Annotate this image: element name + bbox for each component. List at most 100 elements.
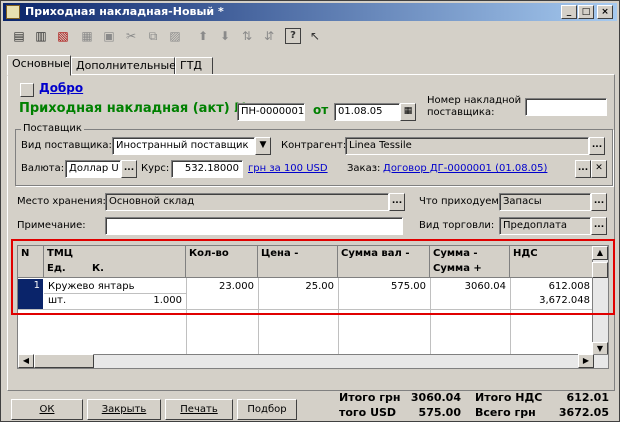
receive-type-label: Что приходуем:: [419, 196, 503, 207]
scroll-left-icon[interactable]: ◀: [18, 354, 34, 368]
vertical-scrollbar[interactable]: ▲ ▼: [592, 246, 608, 356]
cell-sum-val[interactable]: 575.00: [340, 280, 426, 294]
trade-type-field[interactable]: Предоплата: [499, 217, 591, 235]
row-subdivider: [44, 293, 186, 294]
rate-field[interactable]: 532.18000: [171, 160, 243, 178]
copy-doc-icon[interactable]: ▥: [33, 28, 49, 44]
scroll-up-icon[interactable]: ▲: [592, 246, 608, 260]
col-divider: [430, 278, 431, 356]
dobro-link[interactable]: Добро: [39, 81, 83, 95]
total-grn-label: Итого грн: [339, 391, 401, 404]
scroll-right-icon[interactable]: ▶: [578, 354, 594, 368]
col-divider: [258, 278, 259, 356]
doc-number-field[interactable]: ПН-0000001: [237, 103, 305, 121]
sort-asc-icon[interactable]: ⇅: [239, 28, 255, 44]
order-link[interactable]: Договор ДГ-0000001 (01.08.05): [383, 163, 547, 174]
calendar-icon[interactable]: ▦: [400, 103, 416, 121]
counterparty-select-button[interactable]: ...: [589, 137, 605, 155]
select-button[interactable]: Подбор: [237, 399, 297, 420]
dobro-checkbox[interactable]: [20, 83, 34, 97]
total-grn-value: 3060.04: [410, 391, 461, 404]
cell-sum[interactable]: 3060.04: [432, 280, 506, 294]
sort-desc-icon[interactable]: ⇵: [261, 28, 277, 44]
cell-coefficient[interactable]: 1.000: [118, 294, 182, 308]
tab-osnovnye[interactable]: Основные: [7, 55, 71, 76]
col-header-n[interactable]: N: [18, 246, 44, 278]
print-button[interactable]: Печать: [165, 399, 233, 420]
toolbar: ▤ ▥ ▧ ▦ ▣ ✂ ⧉ ▨ ⬆ ⬇ ⇅ ⇵ ? ↖: [3, 23, 617, 49]
chevron-down-icon[interactable]: ▼: [255, 137, 271, 155]
copy-icon[interactable]: ⧉: [145, 28, 161, 44]
storage-field[interactable]: Основной склад: [105, 193, 389, 211]
ok-button[interactable]: ОК: [11, 399, 83, 420]
horizontal-scrollbar[interactable]: ◀ ▶: [18, 354, 608, 368]
scroll-thumb[interactable]: [592, 262, 608, 278]
cell-nds[interactable]: 612.008: [512, 280, 590, 294]
print-icon[interactable]: ▦: [79, 28, 95, 44]
currency-field[interactable]: Доллар U: [65, 160, 121, 178]
col-header-tmc[interactable]: ТМЦ Ед. К.: [44, 246, 186, 278]
tab-gtd[interactable]: ГТД: [175, 57, 213, 75]
col-header-nds[interactable]: НДС: [510, 246, 594, 278]
trade-type-select-button[interactable]: ...: [591, 217, 607, 235]
col-header-sum-val[interactable]: Сумма вал -: [338, 246, 430, 278]
trade-type-label: Вид торговли:: [419, 220, 495, 231]
order-select-button[interactable]: ...: [575, 160, 591, 178]
supplier-group-label: Поставщик: [21, 123, 84, 134]
doc-date-field[interactable]: 01.08.05: [334, 103, 400, 121]
col-divider: [510, 278, 511, 356]
supplier-type-select[interactable]: Иностранный поставщик: [112, 137, 255, 155]
receive-type-select-button[interactable]: ...: [591, 193, 607, 211]
col-divider: [186, 278, 187, 356]
storage-select-button[interactable]: ...: [389, 193, 405, 211]
row-number[interactable]: 1: [18, 279, 43, 309]
window-title: Приходная накладная-Новый *: [25, 5, 224, 18]
preview-icon[interactable]: ▣: [101, 28, 117, 44]
close-button[interactable]: ×: [597, 5, 613, 19]
goods-table[interactable]: N ТМЦ Ед. К. Кол-во Цена - Сумма вал - С…: [17, 245, 609, 369]
cut-icon[interactable]: ✂: [123, 28, 139, 44]
counterparty-field[interactable]: Linea Tessile: [345, 137, 589, 155]
order-clear-button[interactable]: ✕: [591, 160, 607, 178]
close-form-button[interactable]: Закрыть: [87, 399, 161, 420]
row-divider: [18, 309, 594, 310]
document-icon: [6, 5, 20, 19]
cell-unit[interactable]: шт.: [48, 294, 66, 308]
col-header-sum[interactable]: Сумма - Сумма +: [430, 246, 510, 278]
note-label: Примечание:: [17, 220, 86, 231]
move-up-icon[interactable]: ⬆: [195, 28, 211, 44]
grand-total-label: Всего грн: [475, 406, 536, 419]
minimize-button[interactable]: _: [561, 5, 577, 19]
maximize-button[interactable]: □: [578, 5, 594, 19]
counterparty-label: Контрагент:: [281, 140, 347, 151]
doc-title: Приходная накладная (акт) №: [19, 101, 250, 116]
cell-price[interactable]: 25.00: [260, 280, 334, 294]
note-field[interactable]: [105, 217, 403, 235]
paste-icon[interactable]: ▨: [167, 28, 183, 44]
cell-qty[interactable]: 23.000: [188, 280, 254, 294]
col-header-qty[interactable]: Кол-во: [186, 246, 258, 278]
tab-dopolnitelnye[interactable]: Дополнительные: [71, 57, 176, 75]
delete-doc-icon[interactable]: ▧: [55, 28, 71, 44]
supplier-invoice-number-field[interactable]: [525, 98, 607, 116]
grand-total-value: 3672.05: [558, 406, 609, 419]
storage-label: Место хранения:: [17, 196, 106, 207]
rate-unit-link[interactable]: грн за 100 USD: [248, 163, 328, 174]
hscroll-thumb[interactable]: [34, 354, 94, 368]
supplier-invoice-number-label: Номер накладной: [427, 95, 522, 106]
col-header-price[interactable]: Цена -: [258, 246, 338, 278]
new-doc-icon[interactable]: ▤: [11, 28, 27, 44]
currency-select-button[interactable]: ...: [121, 160, 137, 178]
receive-type-field[interactable]: Запасы: [499, 193, 591, 211]
title-bar[interactable]: Приходная накладная-Новый * _ □ ×: [3, 3, 617, 21]
move-down-icon[interactable]: ⬇: [217, 28, 233, 44]
context-help-icon[interactable]: ↖: [307, 28, 323, 44]
help-icon[interactable]: ?: [285, 28, 301, 44]
total-usd-label: того USD: [339, 406, 397, 419]
supplier-invoice-number-label-2: поставщика:: [427, 107, 495, 118]
document-window: Приходная накладная-Новый * _ □ × ▤ ▥ ▧ …: [0, 0, 620, 422]
cell-sum-plus[interactable]: 3,672.048: [512, 294, 590, 308]
cell-product-name[interactable]: Кружево янтарь: [48, 280, 134, 294]
currency-label: Валюта:: [21, 163, 65, 174]
total-vat-value: 612.01: [566, 391, 609, 404]
